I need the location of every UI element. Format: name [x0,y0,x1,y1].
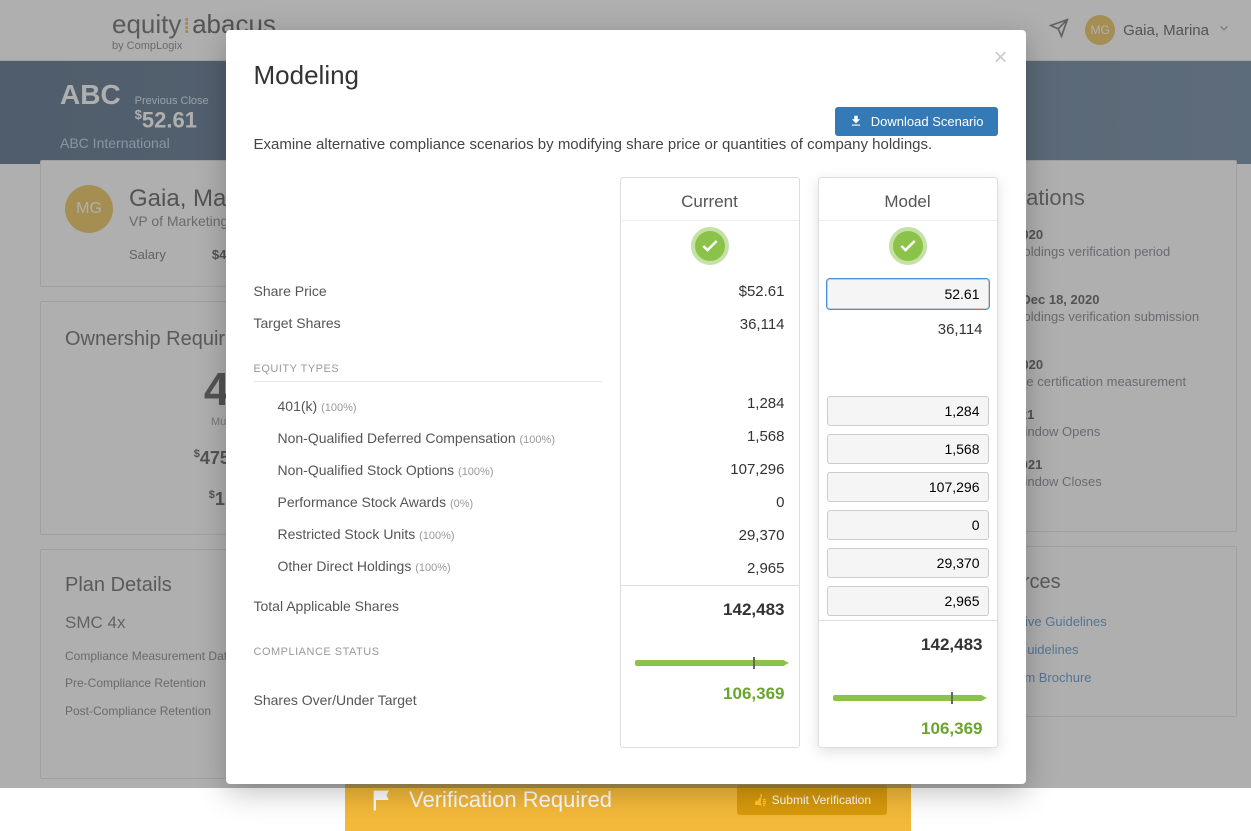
close-icon[interactable]: × [993,44,1007,72]
download-scenario-button[interactable]: Download Scenario [835,107,997,136]
total-shares-label: Total Applicable Shares [254,582,602,622]
current-total: 142,483 [621,585,799,628]
over-under-label: Shares Over/Under Target [254,684,602,716]
model-over-under: 106,369 [819,711,997,747]
model-header: Model [819,178,997,221]
equity-current-value: 1,568 [621,420,799,453]
equity-model-input[interactable] [827,586,989,616]
equity-current-value: 107,296 [621,453,799,486]
current-progress-bar [635,660,785,666]
current-header: Current [621,178,799,221]
model-total: 142,483 [819,620,997,663]
compliance-status-header: COMPLIANCE STATUS [254,622,602,658]
labels-column: Share Price Target Shares EQUITY TYPES 4… [254,177,602,748]
equity-type-label: Non-Qualified Deferred Compensation (100… [254,422,602,454]
current-share-price: $52.61 [621,275,799,308]
equity-model-input[interactable] [827,396,989,426]
thumbs-up-icon: 👍 [753,793,768,807]
equity-current-value: 1,284 [621,387,799,420]
verification-title: Verification Required [409,787,612,813]
model-share-price-input[interactable] [827,279,989,309]
flag-icon [369,786,397,814]
modeling-modal: × Modeling Download Scenario Examine alt… [226,30,1026,784]
equity-type-label: Performance Stock Awards (0%) [254,486,602,518]
current-over-under: 106,369 [621,676,799,712]
current-target-shares: 36,114 [621,308,799,341]
model-column: Model 36,114 142,483 106,369 [818,177,998,748]
target-shares-label: Target Shares [254,307,602,339]
share-price-label: Share Price [254,275,602,307]
current-column: Current $52.61 36,114 1,2841,568107,2960… [620,177,800,748]
model-progress-bar [833,695,983,701]
modal-description: Examine alternative compliance scenarios… [254,136,998,153]
modal-title: Modeling [254,60,998,91]
model-target-shares: 36,114 [819,313,997,346]
submit-verification-button[interactable]: 👍 Submit Verification [737,785,887,815]
check-icon [889,227,927,265]
equity-model-input[interactable] [827,510,989,540]
equity-model-input[interactable] [827,548,989,578]
download-icon [849,114,863,128]
equity-model-input[interactable] [827,434,989,464]
equity-current-value: 0 [621,486,799,519]
equity-type-label: 401(k) (100%) [254,390,602,422]
equity-current-value: 29,370 [621,519,799,552]
equity-type-label: Other Direct Holdings (100%) [254,550,602,582]
equity-current-value: 2,965 [621,552,799,585]
modeling-grid: Share Price Target Shares EQUITY TYPES 4… [254,177,998,748]
equity-type-label: Restricted Stock Units (100%) [254,518,602,550]
equity-model-input[interactable] [827,472,989,502]
equity-type-label: Non-Qualified Stock Options (100%) [254,454,602,486]
equity-types-header: EQUITY TYPES [254,339,602,382]
check-icon [691,227,729,265]
